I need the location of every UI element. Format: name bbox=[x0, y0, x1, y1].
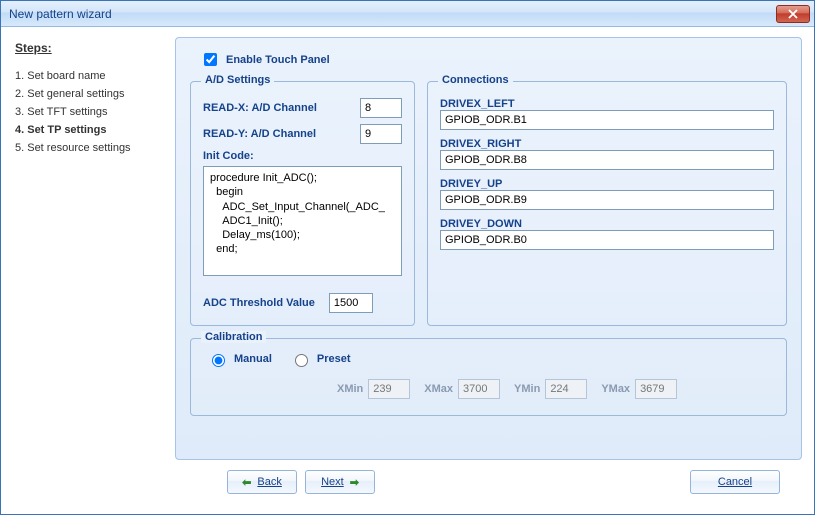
main-area: Enable Touch Panel A/D Settings READ-X: … bbox=[171, 27, 814, 514]
drivey-down-input[interactable] bbox=[440, 230, 774, 250]
button-bar: ⬅ Back Next ➡ Cancel bbox=[175, 460, 802, 504]
ymin-label: YMin bbox=[514, 383, 540, 395]
ad-settings-group: A/D Settings READ-X: A/D Channel READ-Y:… bbox=[190, 81, 415, 326]
manual-radio-label[interactable]: Manual bbox=[207, 351, 272, 367]
connections-group: Connections DRIVEX_LEFT DRIVEX_RIGHT DRI… bbox=[427, 81, 787, 326]
wizard-window: New pattern wizard Steps: 1. Set board n… bbox=[0, 0, 815, 515]
xmin-input bbox=[368, 379, 410, 399]
enable-touch-label: Enable Touch Panel bbox=[226, 54, 330, 66]
drivex-right-label: DRIVEX_RIGHT bbox=[440, 138, 774, 150]
steps-sidebar: Steps: 1. Set board name 2. Set general … bbox=[1, 27, 171, 514]
drivey-up-input[interactable] bbox=[440, 190, 774, 210]
init-code-textarea[interactable] bbox=[203, 166, 402, 276]
body: Steps: 1. Set board name 2. Set general … bbox=[1, 27, 814, 514]
preset-text: Preset bbox=[317, 353, 351, 365]
next-label: Next bbox=[321, 476, 344, 488]
ad-legend: A/D Settings bbox=[201, 74, 274, 86]
cancel-button[interactable]: Cancel bbox=[690, 470, 780, 494]
drivex-left-input[interactable] bbox=[440, 110, 774, 130]
xmax-input bbox=[458, 379, 500, 399]
close-button[interactable] bbox=[776, 5, 810, 23]
cancel-label: Cancel bbox=[718, 476, 752, 488]
threshold-label: ADC Threshold Value bbox=[203, 297, 315, 309]
preset-radio[interactable] bbox=[295, 354, 308, 367]
calibration-legend: Calibration bbox=[201, 331, 266, 343]
readx-label: READ-X: A/D Channel bbox=[203, 102, 352, 114]
drivex-left-label: DRIVEX_LEFT bbox=[440, 98, 774, 110]
ymin-input bbox=[545, 379, 587, 399]
readx-input[interactable] bbox=[360, 98, 402, 118]
enable-touch-checkbox[interactable] bbox=[204, 53, 217, 66]
preset-radio-label[interactable]: Preset bbox=[290, 351, 351, 367]
ready-input[interactable] bbox=[360, 124, 402, 144]
back-label: Back bbox=[257, 476, 281, 488]
step-3[interactable]: 3. Set TFT settings bbox=[15, 103, 161, 121]
next-button[interactable]: Next ➡ bbox=[305, 470, 375, 494]
init-code-label: Init Code: bbox=[203, 150, 402, 162]
drivey-down-label: DRIVEY_DOWN bbox=[440, 218, 774, 230]
back-button[interactable]: ⬅ Back bbox=[227, 470, 297, 494]
step-5[interactable]: 5. Set resource settings bbox=[15, 139, 161, 157]
manual-radio[interactable] bbox=[212, 354, 225, 367]
step-1[interactable]: 1. Set board name bbox=[15, 67, 161, 85]
ready-label: READ-Y: A/D Channel bbox=[203, 128, 352, 140]
ymax-label: YMax bbox=[601, 383, 630, 395]
settings-panel: Enable Touch Panel A/D Settings READ-X: … bbox=[175, 37, 802, 460]
threshold-input[interactable] bbox=[329, 293, 373, 313]
ymax-input bbox=[635, 379, 677, 399]
calibration-group: Calibration Manual Preset XMin XM bbox=[190, 338, 787, 416]
titlebar: New pattern wizard bbox=[1, 1, 814, 27]
drivex-right-input[interactable] bbox=[440, 150, 774, 170]
xmin-label: XMin bbox=[337, 383, 363, 395]
preset-fields: XMin XMax YMin YMax bbox=[337, 379, 770, 399]
steps-title: Steps: bbox=[15, 41, 161, 55]
arrow-left-icon: ⬅ bbox=[242, 476, 251, 489]
manual-text: Manual bbox=[234, 353, 272, 365]
arrow-right-icon: ➡ bbox=[350, 476, 359, 489]
enable-touch-row: Enable Touch Panel bbox=[200, 50, 787, 69]
step-2[interactable]: 2. Set general settings bbox=[15, 85, 161, 103]
step-4[interactable]: 4. Set TP settings bbox=[15, 121, 161, 139]
xmax-label: XMax bbox=[424, 383, 453, 395]
connections-legend: Connections bbox=[438, 74, 513, 86]
drivey-up-label: DRIVEY_UP bbox=[440, 178, 774, 190]
window-title: New pattern wizard bbox=[9, 7, 112, 21]
close-icon bbox=[788, 9, 798, 19]
